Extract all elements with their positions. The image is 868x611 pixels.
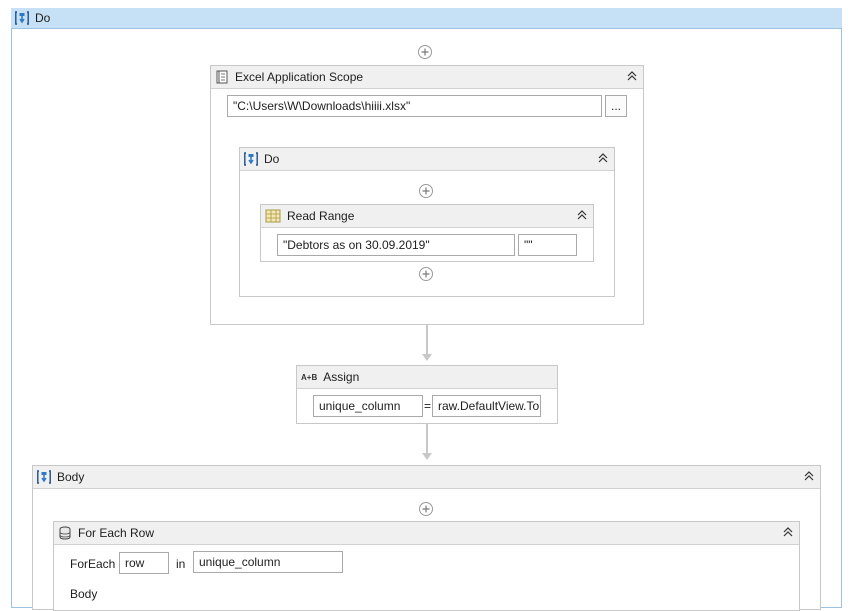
- database-rows-icon: [59, 526, 71, 540]
- body-label: Body: [70, 587, 98, 601]
- sequence-icon: [37, 470, 51, 484]
- sequence-icon: [15, 11, 29, 25]
- for-each-row-header[interactable]: For Each Row: [54, 522, 799, 545]
- body-header[interactable]: Body: [33, 466, 820, 489]
- assign-header[interactable]: A+B Assign: [297, 366, 557, 389]
- assign-icon: A+B: [301, 372, 318, 382]
- assign-to-input[interactable]: unique_column: [313, 395, 423, 417]
- flow-connector: [426, 325, 428, 355]
- add-activity-icon[interactable]: [418, 266, 434, 282]
- assign-title: Assign: [323, 370, 360, 384]
- add-activity-icon[interactable]: [418, 183, 434, 199]
- sequence-icon: [244, 152, 258, 166]
- browse-button[interactable]: ...: [605, 95, 627, 117]
- outer-do-title: Do: [35, 11, 51, 25]
- flow-arrow-icon: [422, 354, 432, 361]
- in-label: in: [176, 557, 186, 571]
- for-each-row-title: For Each Row: [78, 526, 155, 540]
- collapse-icon[interactable]: [625, 69, 639, 83]
- body-title: Body: [57, 470, 85, 484]
- collapse-icon[interactable]: [575, 208, 589, 222]
- inner-do-header[interactable]: Do: [240, 148, 614, 171]
- flow-connector: [426, 424, 428, 454]
- read-range-header[interactable]: Read Range: [261, 205, 593, 228]
- collapse-icon[interactable]: [596, 151, 610, 165]
- inner-do-title: Do: [264, 152, 280, 166]
- foreach-label: ForEach: [70, 557, 116, 571]
- excel-scope-icon: [216, 70, 228, 84]
- assign-equals-label: =: [424, 399, 432, 413]
- read-range-icon: [265, 209, 281, 223]
- sheet-name-input[interactable]: "Debtors as on 30.09.2019": [277, 234, 515, 256]
- flow-arrow-icon: [422, 453, 432, 460]
- excel-scope-header[interactable]: Excel Application Scope: [211, 66, 643, 89]
- foreach-collection-input[interactable]: unique_column: [193, 551, 343, 573]
- collapse-icon[interactable]: [802, 469, 816, 483]
- foreach-item-input[interactable]: row: [119, 552, 169, 574]
- add-activity-icon[interactable]: [417, 44, 433, 60]
- collapse-icon[interactable]: [781, 525, 795, 539]
- read-range-title: Read Range: [287, 209, 355, 223]
- workbook-path-input[interactable]: "C:\Users\W\Downloads\hiiii.xlsx": [227, 95, 602, 117]
- add-activity-icon[interactable]: [418, 501, 434, 517]
- outer-do-header[interactable]: Do: [11, 8, 842, 29]
- range-input[interactable]: "": [518, 234, 577, 256]
- assign-value-input[interactable]: raw.DefaultView.To: [432, 395, 541, 417]
- excel-scope-title: Excel Application Scope: [235, 70, 364, 84]
